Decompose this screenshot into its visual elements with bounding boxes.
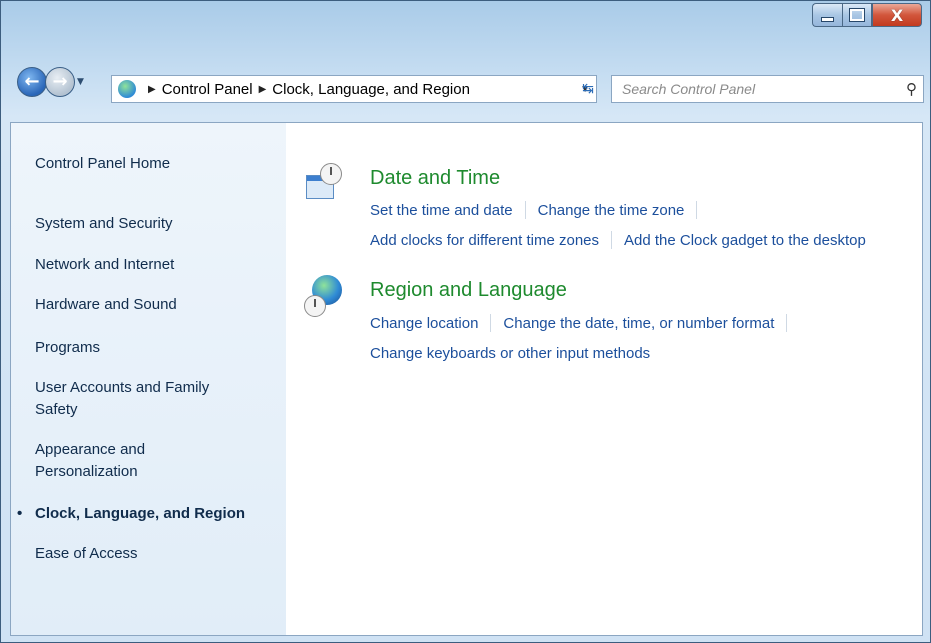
category-links: Set the time and date Change the time zo… [370, 195, 866, 255]
link-row: Change location Change the date, time, o… [370, 308, 799, 338]
category-title-date-time[interactable]: Date and Time [370, 167, 500, 190]
close-button[interactable]: X [872, 3, 922, 27]
link-change-location[interactable]: Change location [370, 315, 478, 332]
minimize-icon [821, 16, 834, 22]
sidebar-item-control-panel-home[interactable]: Control Panel Home [35, 153, 275, 175]
link-change-keyboards[interactable]: Change keyboards or other input methods [370, 345, 650, 362]
link-separator [611, 231, 612, 249]
region-language-icon[interactable] [304, 275, 344, 317]
link-row: Add clocks for different time zones Add … [370, 225, 866, 255]
link-row: Change keyboards or other input methods [370, 338, 799, 368]
link-add-clock-gadget[interactable]: Add the Clock gadget to the desktop [624, 232, 866, 249]
recent-pages-dropdown-icon[interactable]: ▼ [77, 77, 84, 87]
sidebar-item-system-security[interactable]: System and Security [35, 213, 275, 235]
date-time-icon[interactable] [304, 161, 344, 201]
sidebar-item-clock-language-region: • Clock, Language, and Region [17, 503, 275, 525]
sidebar-item-hardware-sound[interactable]: Hardware and Sound [35, 294, 275, 316]
refresh-icon: ↹ [582, 81, 594, 97]
main-panel: Date and Time Set the time and date Chan… [286, 123, 922, 635]
back-button[interactable]: ← [17, 67, 47, 97]
current-item-bullet: • [17, 505, 23, 522]
link-set-time-date[interactable]: Set the time and date [370, 202, 513, 219]
back-arrow-icon: ← [24, 71, 40, 92]
search-placeholder: Search Control Panel [622, 81, 756, 97]
content-area: Control Panel Home System and Security N… [10, 122, 923, 636]
breadcrumb-control-panel[interactable]: Control Panel [162, 81, 253, 98]
maximize-button[interactable] [842, 3, 872, 27]
maximize-icon [849, 8, 865, 22]
address-bar[interactable]: ▶ Control Panel ▶ Clock, Language, and R… [111, 75, 597, 103]
link-change-date-format[interactable]: Change the date, time, or number format [503, 315, 774, 332]
category-links: Change location Change the date, time, o… [370, 308, 799, 368]
breadcrumb-clock-language-region[interactable]: Clock, Language, and Region [272, 81, 470, 98]
sidebar-item-user-accounts[interactable]: User Accounts and Family Safety [35, 377, 235, 421]
category-title-region-language[interactable]: Region and Language [370, 279, 567, 302]
link-separator [490, 314, 492, 332]
refresh-button[interactable]: ↹ [574, 77, 602, 101]
sidebar-item-ease-of-access[interactable]: Ease of Access [35, 543, 275, 565]
link-add-clocks[interactable]: Add clocks for different time zones [370, 232, 599, 249]
breadcrumb-chevron-icon[interactable]: ▶ [148, 84, 156, 95]
forward-button[interactable]: → [45, 67, 75, 97]
sidebar: Control Panel Home System and Security N… [11, 123, 286, 635]
window-controls: X [812, 3, 922, 27]
clock-icon [304, 295, 326, 317]
control-panel-icon [118, 80, 136, 98]
close-icon: X [890, 5, 904, 25]
link-separator [524, 201, 526, 219]
sidebar-item-label: Clock, Language, and Region [35, 505, 246, 522]
link-change-time-zone[interactable]: Change the time zone [538, 202, 685, 219]
search-icon[interactable]: ⚲ [906, 80, 917, 98]
link-separator [786, 314, 788, 332]
search-box[interactable]: Search Control Panel ⚲ [611, 75, 924, 103]
breadcrumb-chevron-icon[interactable]: ▶ [259, 84, 267, 95]
control-panel-window: X ← → ▼ ▶ Control Panel ▶ Clock, Languag… [0, 0, 931, 643]
link-separator [696, 201, 698, 219]
sidebar-item-appearance[interactable]: Appearance and Personalization [35, 439, 205, 483]
sidebar-item-network-internet[interactable]: Network and Internet [35, 254, 275, 276]
navigation-buttons: ← → ▼ [17, 67, 84, 97]
clock-icon [320, 163, 342, 185]
link-row: Set the time and date Change the time zo… [370, 195, 866, 225]
forward-arrow-icon: → [52, 71, 68, 92]
sidebar-item-programs[interactable]: Programs [35, 337, 275, 359]
minimize-button[interactable] [812, 3, 842, 27]
